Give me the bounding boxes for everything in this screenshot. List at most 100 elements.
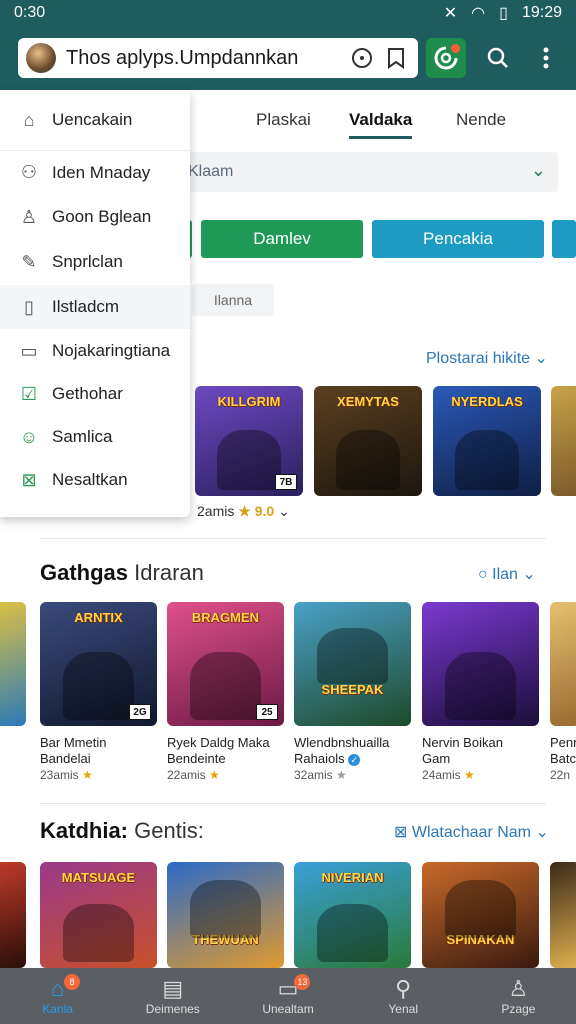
star-icon: ★ (82, 768, 93, 782)
tab-plaskai[interactable]: Plaskai (256, 110, 311, 130)
extension-notification-dot (451, 44, 460, 53)
star-icon: ★ (336, 768, 347, 782)
menu-item-snprlclan[interactable]: ✎ Snprlclan (0, 240, 190, 284)
bookmark-icon[interactable] (382, 44, 410, 72)
home-icon: ⌂ (50, 976, 65, 1001)
url-text[interactable]: Thos aplyps.Umpdannkan (66, 47, 342, 70)
menu-item-samlica[interactable]: ☺ Samlica (0, 415, 190, 459)
star-icon: ★ (464, 768, 475, 782)
section3-title: Katdhia: Gentis: (40, 818, 204, 843)
star-icon: ★ (209, 768, 220, 782)
status-bar: 0:30 ✕ ◠ ▯ 19:29 (0, 0, 576, 26)
menu-item-ilstladcm[interactable]: ▯ Ilstladcm (0, 285, 190, 329)
handshake-icon: ⚇ (20, 162, 38, 182)
game-thumb[interactable]: SHEEPAK (294, 602, 411, 726)
game-thumb[interactable]: NIVERIAN (294, 862, 411, 968)
nav-home[interactable]: ⌂ Kanla 8 (0, 968, 115, 1024)
chevron-down-icon: ⌄ (534, 350, 548, 367)
document-icon: ▭ (20, 340, 38, 361)
search-icon (487, 47, 508, 68)
game-thumb[interactable]: MATSUAGE (40, 862, 157, 968)
game-card-meta: 23amis ★ (40, 768, 93, 782)
game-thumb[interactable] (551, 386, 576, 496)
divider (40, 803, 546, 804)
game-card-title[interactable]: Nervin Boikan Gam (422, 735, 503, 767)
game-thumb[interactable] (0, 862, 26, 968)
filter-button-damlev[interactable]: Damlev (201, 220, 363, 258)
calendar-icon: ▤ (162, 976, 184, 1001)
game-thumb[interactable] (550, 602, 576, 726)
game-card-title[interactable]: Wlendbnshuailla Rahaiols ✓ (294, 735, 389, 767)
extension-button[interactable] (426, 38, 466, 78)
section1-link[interactable]: Plostarai hikite ⌄ (426, 348, 548, 368)
status-time-right: 19:29 (521, 4, 562, 21)
chevron-down-icon: ⌄ (278, 503, 290, 519)
export-box-icon: ⊠ (21, 469, 37, 490)
smiley-icon: ☺ (19, 426, 39, 447)
menu-item-iden-mnaday[interactable]: ⚇ Iden Mnaday (0, 150, 190, 194)
game-card-title[interactable]: Ryek Daldg Maka Bendeinte (167, 735, 270, 767)
app-bar: Thos aplyps.Umpdannkan (0, 26, 576, 90)
chevron-down-icon: ⌄ (530, 160, 546, 180)
game-thumb[interactable]: ARNTIX 2G (40, 602, 157, 726)
notification-badge: 8 (64, 974, 80, 990)
section2-title: Gathgas Idraran (40, 560, 204, 585)
game-thumb[interactable] (0, 602, 26, 726)
game-thumb[interactable]: NYERDLAS (433, 386, 541, 496)
info-icon[interactable] (348, 44, 376, 72)
menu-item-goon-bglean[interactable]: ♙ Goon Bglean (0, 195, 190, 239)
tab-valdaka[interactable]: Valdaka (349, 110, 413, 139)
verified-icon: ✓ (348, 754, 361, 766)
game-thumb[interactable]: THEWUAN (167, 862, 284, 968)
game-thumb[interactable] (550, 862, 576, 968)
more-vertical-icon (543, 47, 549, 69)
circle-icon: ○ (478, 566, 488, 583)
checkbox-icon: ☑ (20, 383, 38, 404)
tab-nende[interactable]: Nende (456, 110, 506, 130)
rating-badge: 2G (129, 704, 151, 720)
game-card-title[interactable]: PennBatc (550, 735, 576, 767)
game-thumb[interactable]: XEMYTAS (314, 386, 422, 496)
menu-item-uencakain[interactable]: ⌂ Uencakain (0, 98, 190, 142)
nav-search[interactable]: ⚲ Yenal (346, 968, 461, 1024)
nav-profile[interactable]: ♙ Pzage (461, 968, 576, 1024)
dropdown-menu: ⌂ Uencakain ⚇ Iden Mnaday ♙ Goon Bglean … (0, 90, 190, 517)
rating-badge: 7B (275, 474, 297, 490)
game-thumb[interactable]: SPINAKAN (422, 862, 539, 968)
rating-badge: 25 (256, 704, 278, 720)
filter-button-overflow[interactable] (552, 220, 576, 258)
nav-unealtam[interactable]: ▭ Unealtam 13 (230, 968, 345, 1024)
section1-meta: 2amis ★ 9.0 ⌄ (197, 503, 290, 519)
storefront-icon: ⌂ (23, 109, 35, 130)
bottom-nav: ⌂ Kanla 8 ▤ Deimenes ▭ Unealtam 13 ⚲ Yen… (0, 968, 576, 1024)
wifi-icon: ◠ (471, 5, 486, 22)
menu-item-nojakaringtiana[interactable]: ▭ Nojakaringtiana (0, 329, 190, 373)
section3-link[interactable]: ⊠ Wlatachaar Nam ⌄ (394, 822, 549, 842)
menu-item-gethohar[interactable]: ☑ Gethohar (0, 372, 190, 416)
filter-button-pencakia[interactable]: Pencakia (372, 220, 544, 258)
filter-chip[interactable]: Ilanna (192, 284, 274, 316)
category-select[interactable]: Klaam ⌄ (160, 152, 558, 192)
nav-deimenes[interactable]: ▤ Deimenes (115, 968, 230, 1024)
star-icon: ★ (238, 503, 251, 519)
pencil-icon: ✎ (21, 251, 37, 272)
menu-item-nesaltkan[interactable]: ⊠ Nesaltkan (0, 458, 190, 502)
game-thumb[interactable]: KILLGRIM 7B (195, 386, 303, 496)
avatar[interactable] (26, 43, 56, 73)
more-menu-button[interactable] (526, 38, 566, 78)
external-box-icon: ⊠ (394, 824, 408, 841)
url-bar[interactable]: Thos aplyps.Umpdannkan (18, 38, 418, 78)
game-thumb[interactable]: BRAGMEN 25 (167, 602, 284, 726)
game-thumb[interactable] (422, 602, 539, 726)
game-card-title[interactable]: Bar Mmetin Bandelai (40, 735, 106, 767)
game-card-meta: 22amis ★ (167, 768, 220, 782)
notification-badge: 13 (294, 974, 311, 990)
category-select-value: Klaam (188, 163, 234, 180)
search-button[interactable] (478, 38, 518, 78)
status-time-left: 0:30 (14, 4, 46, 21)
battery-icon: ▯ (499, 5, 508, 22)
person-icon: ♙ (20, 206, 38, 227)
chevron-down-icon: ⌄ (522, 566, 536, 583)
section2-link[interactable]: ○ Ilan ⌄ (478, 564, 536, 584)
search-icon: ⚲ (395, 976, 412, 1001)
